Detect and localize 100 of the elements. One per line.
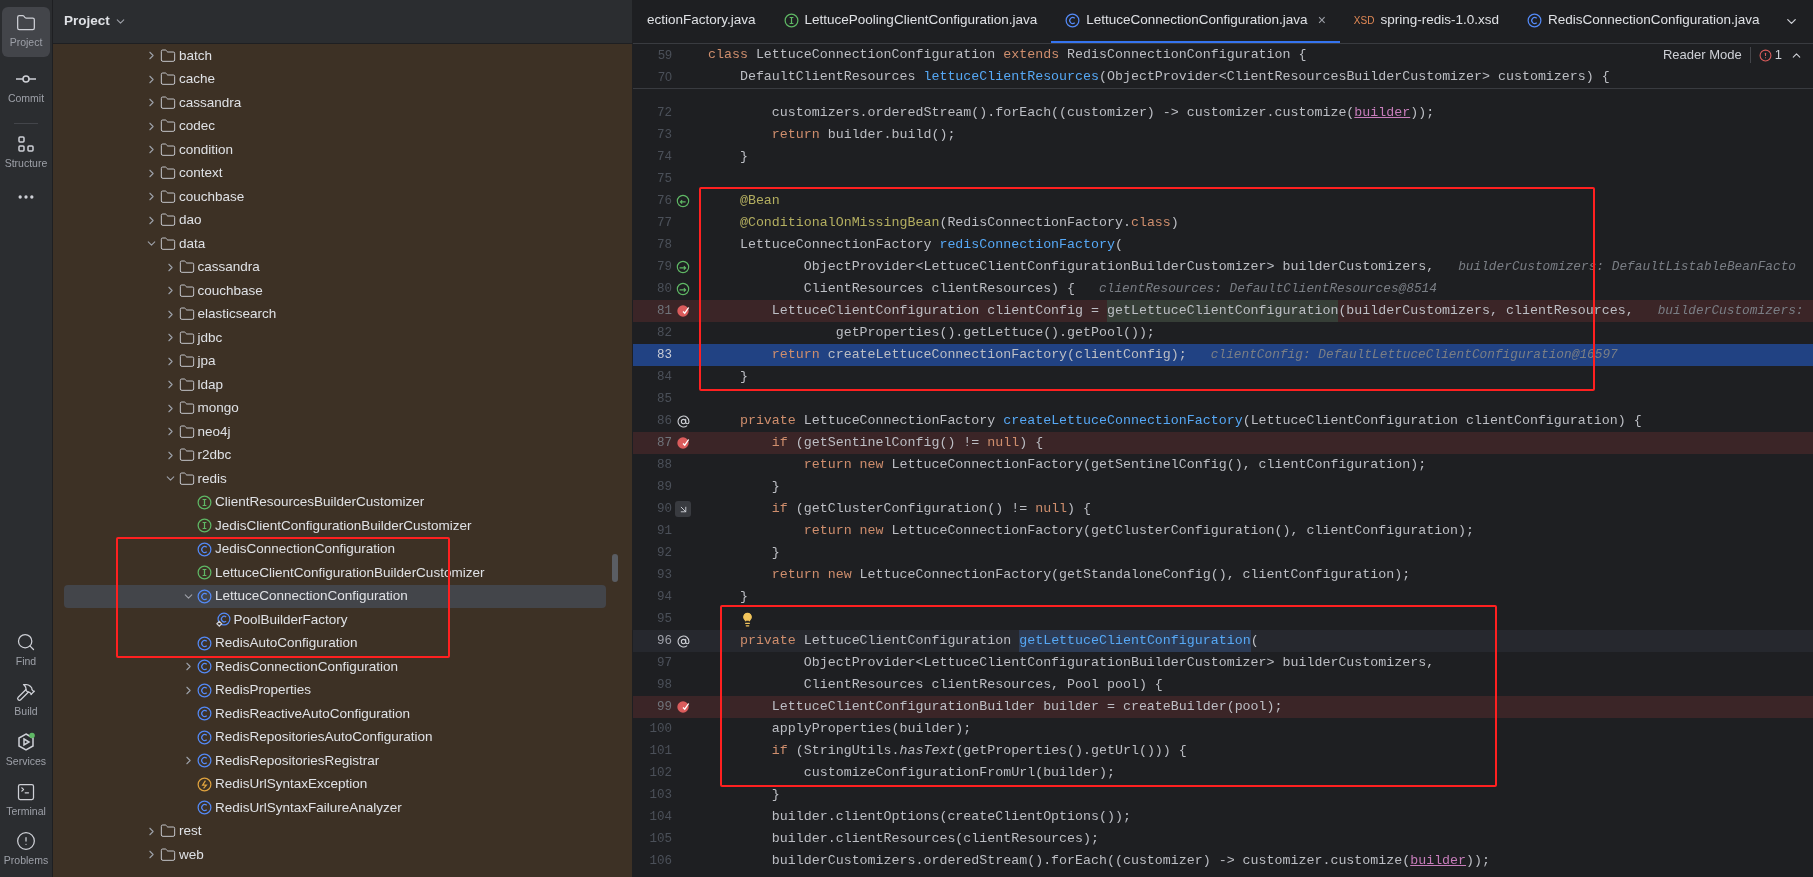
tree-item-label: redis: [197, 469, 227, 488]
tree-item[interactable]: mongo: [64, 396, 606, 420]
editor-tab[interactable]: ectionFactory.java: [633, 0, 770, 43]
breakpoint-icon[interactable]: [676, 304, 690, 318]
code-token: }: [770, 478, 780, 496]
bean-icon[interactable]: [676, 194, 690, 208]
tree-item[interactable]: couchbase: [64, 185, 606, 209]
tool-window-button[interactable]: Structure: [2, 127, 50, 178]
tree-item[interactable]: cache: [64, 67, 606, 91]
tool-window-button[interactable]: Find: [15, 632, 37, 670]
problems-indicator[interactable]: 1: [1758, 45, 1782, 65]
code-token: }: [770, 544, 780, 562]
tree-item[interactable]: neo4j: [64, 420, 606, 444]
tree-item[interactable]: dao: [64, 208, 606, 232]
tree-item[interactable]: RedisProperties: [64, 678, 606, 702]
line-number: 99: [656, 699, 672, 716]
tree-item-label: RedisUrlSyntaxFailureAnalyzer: [215, 798, 402, 817]
tool-window-button[interactable]: Commit: [2, 62, 50, 113]
tree-item-label: RedisUrlSyntaxException: [215, 775, 368, 794]
panel-title[interactable]: Project: [64, 11, 110, 32]
tree-item[interactable]: couchbase: [64, 279, 606, 303]
tool-window-button[interactable]: Services: [5, 731, 47, 770]
folder-icon: [160, 188, 176, 205]
tree-item[interactable]: RedisAutoConfiguration: [64, 631, 606, 655]
tree-item[interactable]: RedisRepositoriesAutoConfiguration: [64, 725, 606, 749]
tree-item-label: data: [179, 234, 206, 253]
tree-item[interactable]: redis: [64, 467, 606, 491]
code-token: DefaultClientResources: [738, 69, 917, 84]
tree-item[interactable]: LettuceConnectionConfiguration: [64, 584, 606, 608]
tree-item-label: jpa: [197, 352, 216, 371]
editor-tab[interactable]: XSD spring-redis-1.0.xsd: [1339, 0, 1513, 43]
close-tab[interactable]: ×: [1317, 10, 1326, 31]
inject-icon[interactable]: [676, 282, 690, 296]
step-icon[interactable]: [675, 501, 691, 517]
inject-icon[interactable]: [676, 260, 690, 274]
tree-item[interactable]: RedisConnectionConfiguration: [64, 655, 606, 679]
at-icon[interactable]: [676, 414, 690, 428]
tree-item-label: jdbc: [197, 328, 223, 347]
tree-item[interactable]: PoolBuilderFactory: [64, 608, 606, 632]
tree-item[interactable]: rest: [64, 819, 606, 843]
code-token: (getClusterConfiguration() !=: [795, 500, 1029, 518]
breakpoint-icon[interactable]: [676, 436, 690, 450]
code-token: return new: [802, 522, 885, 540]
interface-icon: [197, 565, 212, 581]
tree-item[interactable]: batch: [64, 44, 606, 68]
at-icon[interactable]: [676, 634, 690, 648]
tree-item[interactable]: RedisRepositoriesRegistrar: [64, 749, 606, 773]
breakpoint-icon[interactable]: [676, 700, 690, 714]
code-token: createLettuceConnectionFactory(clientConfig);: [827, 346, 1187, 364]
tree-item[interactable]: jdbc: [64, 326, 606, 350]
tree-item[interactable]: cassandra: [64, 255, 606, 279]
class-icon: [197, 588, 212, 604]
tool-window-button[interactable]: Terminal: [6, 781, 46, 820]
bulb-icon[interactable]: [740, 611, 755, 627]
code-token: createLettuceConnectionFactory: [1003, 412, 1243, 430]
tree-item-label: cache: [179, 70, 216, 89]
tree-item[interactable]: JedisConnectionConfiguration: [64, 537, 606, 561]
tree-item[interactable]: ldap: [64, 373, 606, 397]
tree-item[interactable]: RedisUrlSyntaxFailureAnalyzer: [64, 796, 606, 820]
scrollbar-thumb[interactable]: [612, 554, 618, 582]
tree-item-label: dao: [179, 211, 202, 230]
tree-item[interactable]: context: [64, 161, 606, 185]
tree-item[interactable]: codec: [64, 114, 606, 138]
tree-item[interactable]: r2dbc: [64, 443, 606, 467]
tree-item[interactable]: JedisClientConfigurationBuilderCustomizer: [64, 514, 606, 538]
tree-item[interactable]: condition: [64, 138, 606, 162]
code-token: customizeConfigurationFromUrl(builder);: [802, 764, 1115, 782]
tool-window-button[interactable]: Problems: [3, 831, 49, 869]
tree-item[interactable]: RedisUrlSyntaxException: [64, 772, 606, 796]
code-token: ) {: [1019, 434, 1044, 452]
problems-count: 1: [1774, 46, 1782, 65]
tree-item-label: batch: [179, 46, 213, 65]
interface-icon: [783, 13, 799, 28]
tree-item[interactable]: data: [64, 232, 606, 256]
editor-tab[interactable]: RedisConnectionConfiguration.java: [1512, 0, 1774, 43]
tool-window-button[interactable]: Project: [2, 7, 50, 57]
tree-item-label: context: [179, 164, 223, 183]
code-token: (: [1114, 236, 1123, 254]
code-token: builder.build();: [827, 126, 956, 144]
tree-item[interactable]: web: [64, 843, 606, 867]
code-token: class: [708, 47, 749, 62]
tree-item[interactable]: RedisReactiveAutoConfiguration: [64, 702, 606, 726]
editor-tab[interactable]: LettucePoolingClientConfiguration.java: [769, 0, 1052, 43]
tool-window-label: Problems: [3, 853, 49, 869]
reader-mode[interactable]: Reader Mode: [1663, 45, 1742, 65]
tool-window-button[interactable]: Build: [14, 682, 38, 720]
tree-item-label: rest: [179, 822, 202, 841]
tree-item-label: elasticsearch: [197, 305, 277, 324]
code-token: ));: [1466, 852, 1490, 870]
code-token: builder: [1354, 104, 1411, 122]
error-icon: [1758, 48, 1772, 62]
tree-item[interactable]: ClientResourcesBuilderCustomizer: [64, 490, 606, 514]
code-token: getProperties().getLettuce().getPool());: [834, 324, 1155, 342]
code-token: LettuceClientConfiguration: [803, 632, 1013, 650]
tree-item-label: web: [179, 845, 204, 864]
inlay-hint: builderCustomizers:: [1657, 302, 1804, 320]
tree-item[interactable]: jpa: [64, 349, 606, 373]
tool-window-label: Find: [15, 654, 37, 670]
tree-item[interactable]: elasticsearch: [64, 302, 606, 326]
tree-item[interactable]: cassandra: [64, 91, 606, 115]
